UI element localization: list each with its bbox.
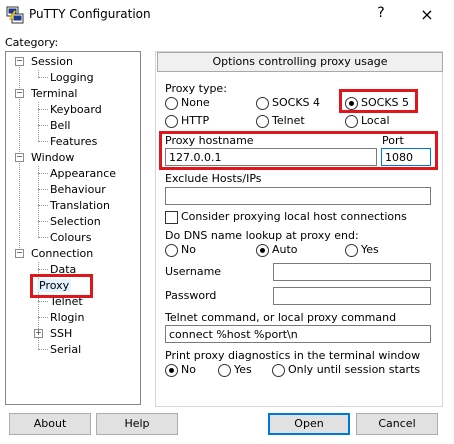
radio-http-label: HTTP <box>181 114 210 127</box>
tree-item-ssh[interactable]: SSH <box>50 327 72 340</box>
radio-socks4[interactable] <box>256 97 269 110</box>
exclude-hosts-label: Exclude Hosts/IPs <box>165 172 262 185</box>
dns-radio-no[interactable] <box>165 244 178 257</box>
close-icon[interactable]: × <box>415 3 439 27</box>
collapse-terminal-icon[interactable]: − <box>15 89 24 98</box>
tree-item-bell[interactable]: Bell <box>50 119 70 132</box>
radio-local[interactable] <box>345 115 358 128</box>
tree-line <box>38 269 48 270</box>
proxy-type-label: Proxy type: <box>165 82 227 95</box>
category-label: Category: <box>5 36 59 49</box>
tree-item-logging[interactable]: Logging <box>50 71 94 84</box>
tree-line <box>38 166 39 237</box>
help-title-button[interactable]: ? <box>372 5 390 25</box>
tree-line <box>38 237 48 238</box>
category-tree[interactable]: − − − − + Session Logging Terminal Keybo… <box>5 51 141 405</box>
tree-item-appearance[interactable]: Appearance <box>50 167 116 180</box>
tree-item-window[interactable]: Window <box>31 151 74 164</box>
radio-local-label: Local <box>361 114 390 127</box>
hostname-port-highlight <box>159 131 438 170</box>
dns-yes-label: Yes <box>361 243 379 256</box>
expand-ssh-icon[interactable]: + <box>34 329 43 338</box>
tree-item-serial[interactable]: Serial <box>50 343 81 356</box>
window-title: PuTTY Configuration <box>29 7 151 21</box>
tree-line <box>38 221 48 222</box>
diag-no-label: No <box>181 363 196 376</box>
about-button[interactable]: About <box>9 413 91 435</box>
tree-line <box>38 141 48 142</box>
diag-yes-label: Yes <box>234 363 252 376</box>
username-label: Username <box>165 265 222 278</box>
password-label: Password <box>165 289 217 302</box>
username-input[interactable] <box>273 263 431 281</box>
consider-local-label: Consider proxying local host connections <box>181 210 407 223</box>
consider-local-checkbox[interactable] <box>165 211 178 224</box>
cancel-button[interactable]: Cancel <box>356 413 438 435</box>
tree-item-keyboard[interactable]: Keyboard <box>50 103 102 116</box>
exclude-hosts-input[interactable] <box>165 187 431 205</box>
dns-radio-yes[interactable] <box>345 244 358 257</box>
radio-none[interactable] <box>165 97 178 110</box>
diag-radio-no[interactable] <box>165 364 178 377</box>
tree-line <box>38 109 48 110</box>
telnet-command-label: Telnet command, or local proxy command <box>165 311 397 324</box>
collapse-window-icon[interactable]: − <box>15 153 24 162</box>
tree-line <box>38 349 48 350</box>
putty-icon <box>6 6 24 24</box>
tree-line <box>38 70 39 77</box>
radio-telnet-label: Telnet <box>272 114 305 127</box>
tree-item-connection[interactable]: Connection <box>31 247 93 260</box>
proxy-highlight <box>30 274 93 298</box>
tree-line <box>38 317 48 318</box>
tree-line <box>38 205 48 206</box>
dns-radio-auto[interactable] <box>256 244 269 257</box>
tree-item-behaviour[interactable]: Behaviour <box>50 183 106 196</box>
panel-header: Options controlling proxy usage <box>157 52 443 72</box>
dns-no-label: No <box>181 243 196 256</box>
tree-item-colours[interactable]: Colours <box>50 231 91 244</box>
dns-label: Do DNS name lookup at proxy end: <box>165 229 359 242</box>
diag-radio-yes[interactable] <box>218 364 231 377</box>
tree-item-terminal[interactable]: Terminal <box>31 87 78 100</box>
tree-line <box>38 125 48 126</box>
tree-item-features[interactable]: Features <box>50 135 97 148</box>
tree-line <box>38 301 48 302</box>
tree-line <box>38 173 48 174</box>
diag-until-start-label: Only until session starts <box>288 363 421 376</box>
radio-telnet[interactable] <box>256 115 269 128</box>
tree-line <box>38 102 39 141</box>
tree-item-session[interactable]: Session <box>31 55 73 68</box>
radio-none-label: None <box>181 96 210 109</box>
tree-line <box>38 77 48 78</box>
socks5-highlight <box>339 89 418 113</box>
diag-radio-until-start[interactable] <box>272 364 285 377</box>
tree-item-translation[interactable]: Translation <box>50 199 110 212</box>
radio-http[interactable] <box>165 115 178 128</box>
collapse-session-icon[interactable]: − <box>15 57 24 66</box>
password-input[interactable] <box>273 287 431 305</box>
diagnostics-label: Print proxy diagnostics in the terminal … <box>165 349 421 362</box>
dns-auto-label: Auto <box>272 243 298 256</box>
open-button[interactable]: Open <box>268 413 350 435</box>
help-button[interactable]: Help <box>96 413 178 435</box>
radio-socks4-label: SOCKS 4 <box>272 96 321 109</box>
telnet-command-input[interactable]: connect %host %port\n <box>165 325 431 343</box>
tree-line <box>38 189 48 190</box>
collapse-connection-icon[interactable]: − <box>15 249 24 258</box>
tree-item-selection[interactable]: Selection <box>50 215 101 228</box>
tree-item-rlogin[interactable]: Rlogin <box>50 311 84 324</box>
